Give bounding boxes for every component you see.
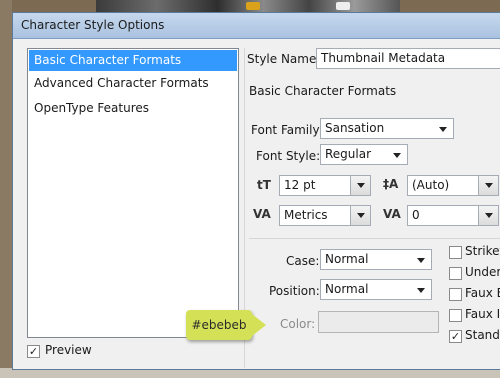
leading-value: (Auto) bbox=[412, 178, 450, 192]
chevron-down-icon bbox=[417, 258, 425, 263]
tracking-icon: VA bbox=[383, 207, 401, 221]
faux-bold-label: Faux B bbox=[465, 286, 500, 300]
font-family-value: Sansation bbox=[325, 121, 385, 135]
case-select[interactable]: Normal bbox=[320, 249, 432, 270]
position-value: Normal bbox=[325, 282, 369, 296]
font-size-icon: tT bbox=[257, 178, 271, 192]
tracking-dropdown-button[interactable] bbox=[478, 206, 498, 225]
category-list[interactable]: Basic Character Formats Advanced Charact… bbox=[27, 48, 239, 338]
category-advanced-character-formats[interactable]: Advanced Character Formats bbox=[29, 73, 237, 94]
faux-italic-label: Faux It bbox=[465, 307, 500, 321]
underline-label: Underl bbox=[465, 265, 500, 279]
case-value: Normal bbox=[325, 252, 369, 266]
leading-icon: ‡A bbox=[383, 177, 399, 191]
case-label: Case: bbox=[286, 254, 320, 268]
category-basic-character-formats[interactable]: Basic Character Formats bbox=[29, 50, 237, 71]
window-title: Character Style Options bbox=[21, 18, 165, 32]
font-family-select[interactable]: Sansation bbox=[320, 118, 454, 139]
kerning-dropdown-button[interactable] bbox=[350, 206, 370, 225]
background-car bbox=[246, 2, 260, 10]
faux-italic-checkbox[interactable] bbox=[449, 309, 462, 322]
tracking-combo[interactable]: 0 bbox=[407, 205, 499, 226]
kerning-value: Metrics bbox=[284, 208, 328, 222]
position-label: Position: bbox=[269, 284, 320, 298]
underline-checkbox[interactable] bbox=[449, 267, 462, 280]
leading-dropdown-button[interactable] bbox=[478, 176, 498, 195]
section-divider bbox=[249, 238, 500, 239]
position-select[interactable]: Normal bbox=[320, 279, 432, 300]
background-photo bbox=[96, 0, 400, 12]
title-bar[interactable]: Character Style Options bbox=[13, 13, 500, 39]
category-opentype-features[interactable]: OpenType Features bbox=[29, 98, 237, 119]
style-name-input[interactable]: Thumbnail Metadata bbox=[316, 48, 500, 69]
kerning-icon: VA bbox=[253, 207, 271, 221]
preview-checkbox[interactable]: ✓ bbox=[27, 345, 40, 358]
kerning-combo[interactable]: Metrics bbox=[279, 205, 371, 226]
font-size-dropdown-button[interactable] bbox=[350, 176, 370, 195]
standard-label: Standa bbox=[465, 328, 500, 342]
font-style-select[interactable]: Regular bbox=[320, 144, 408, 165]
standard-checkbox[interactable]: ✓ bbox=[449, 330, 462, 343]
tracking-value: 0 bbox=[412, 208, 420, 222]
style-name-label: Style Name: bbox=[247, 52, 321, 66]
chevron-down-icon bbox=[417, 288, 425, 293]
leading-combo[interactable]: (Auto) bbox=[407, 175, 499, 196]
faux-bold-checkbox[interactable] bbox=[449, 288, 462, 301]
annotation-callout: #ebebeb bbox=[186, 310, 252, 340]
section-title: Basic Character Formats bbox=[249, 84, 397, 98]
chevron-down-icon bbox=[439, 127, 447, 132]
chevron-down-icon bbox=[393, 153, 401, 158]
font-size-value: 12 pt bbox=[284, 178, 316, 192]
strikethrough-label: Striket bbox=[465, 244, 500, 258]
preview-label: Preview bbox=[45, 343, 92, 357]
font-size-combo[interactable]: 12 pt bbox=[279, 175, 371, 196]
background-car bbox=[336, 2, 350, 10]
color-swatch[interactable] bbox=[318, 311, 439, 333]
background-left bbox=[0, 0, 12, 378]
annotation-callout-pointer bbox=[252, 314, 266, 336]
strikethrough-checkbox[interactable] bbox=[449, 246, 462, 259]
font-family-label: Font Family: bbox=[251, 123, 323, 137]
color-label: Color: bbox=[280, 317, 316, 331]
font-style-label: Font Style: bbox=[256, 149, 321, 163]
font-style-value: Regular bbox=[325, 147, 372, 161]
